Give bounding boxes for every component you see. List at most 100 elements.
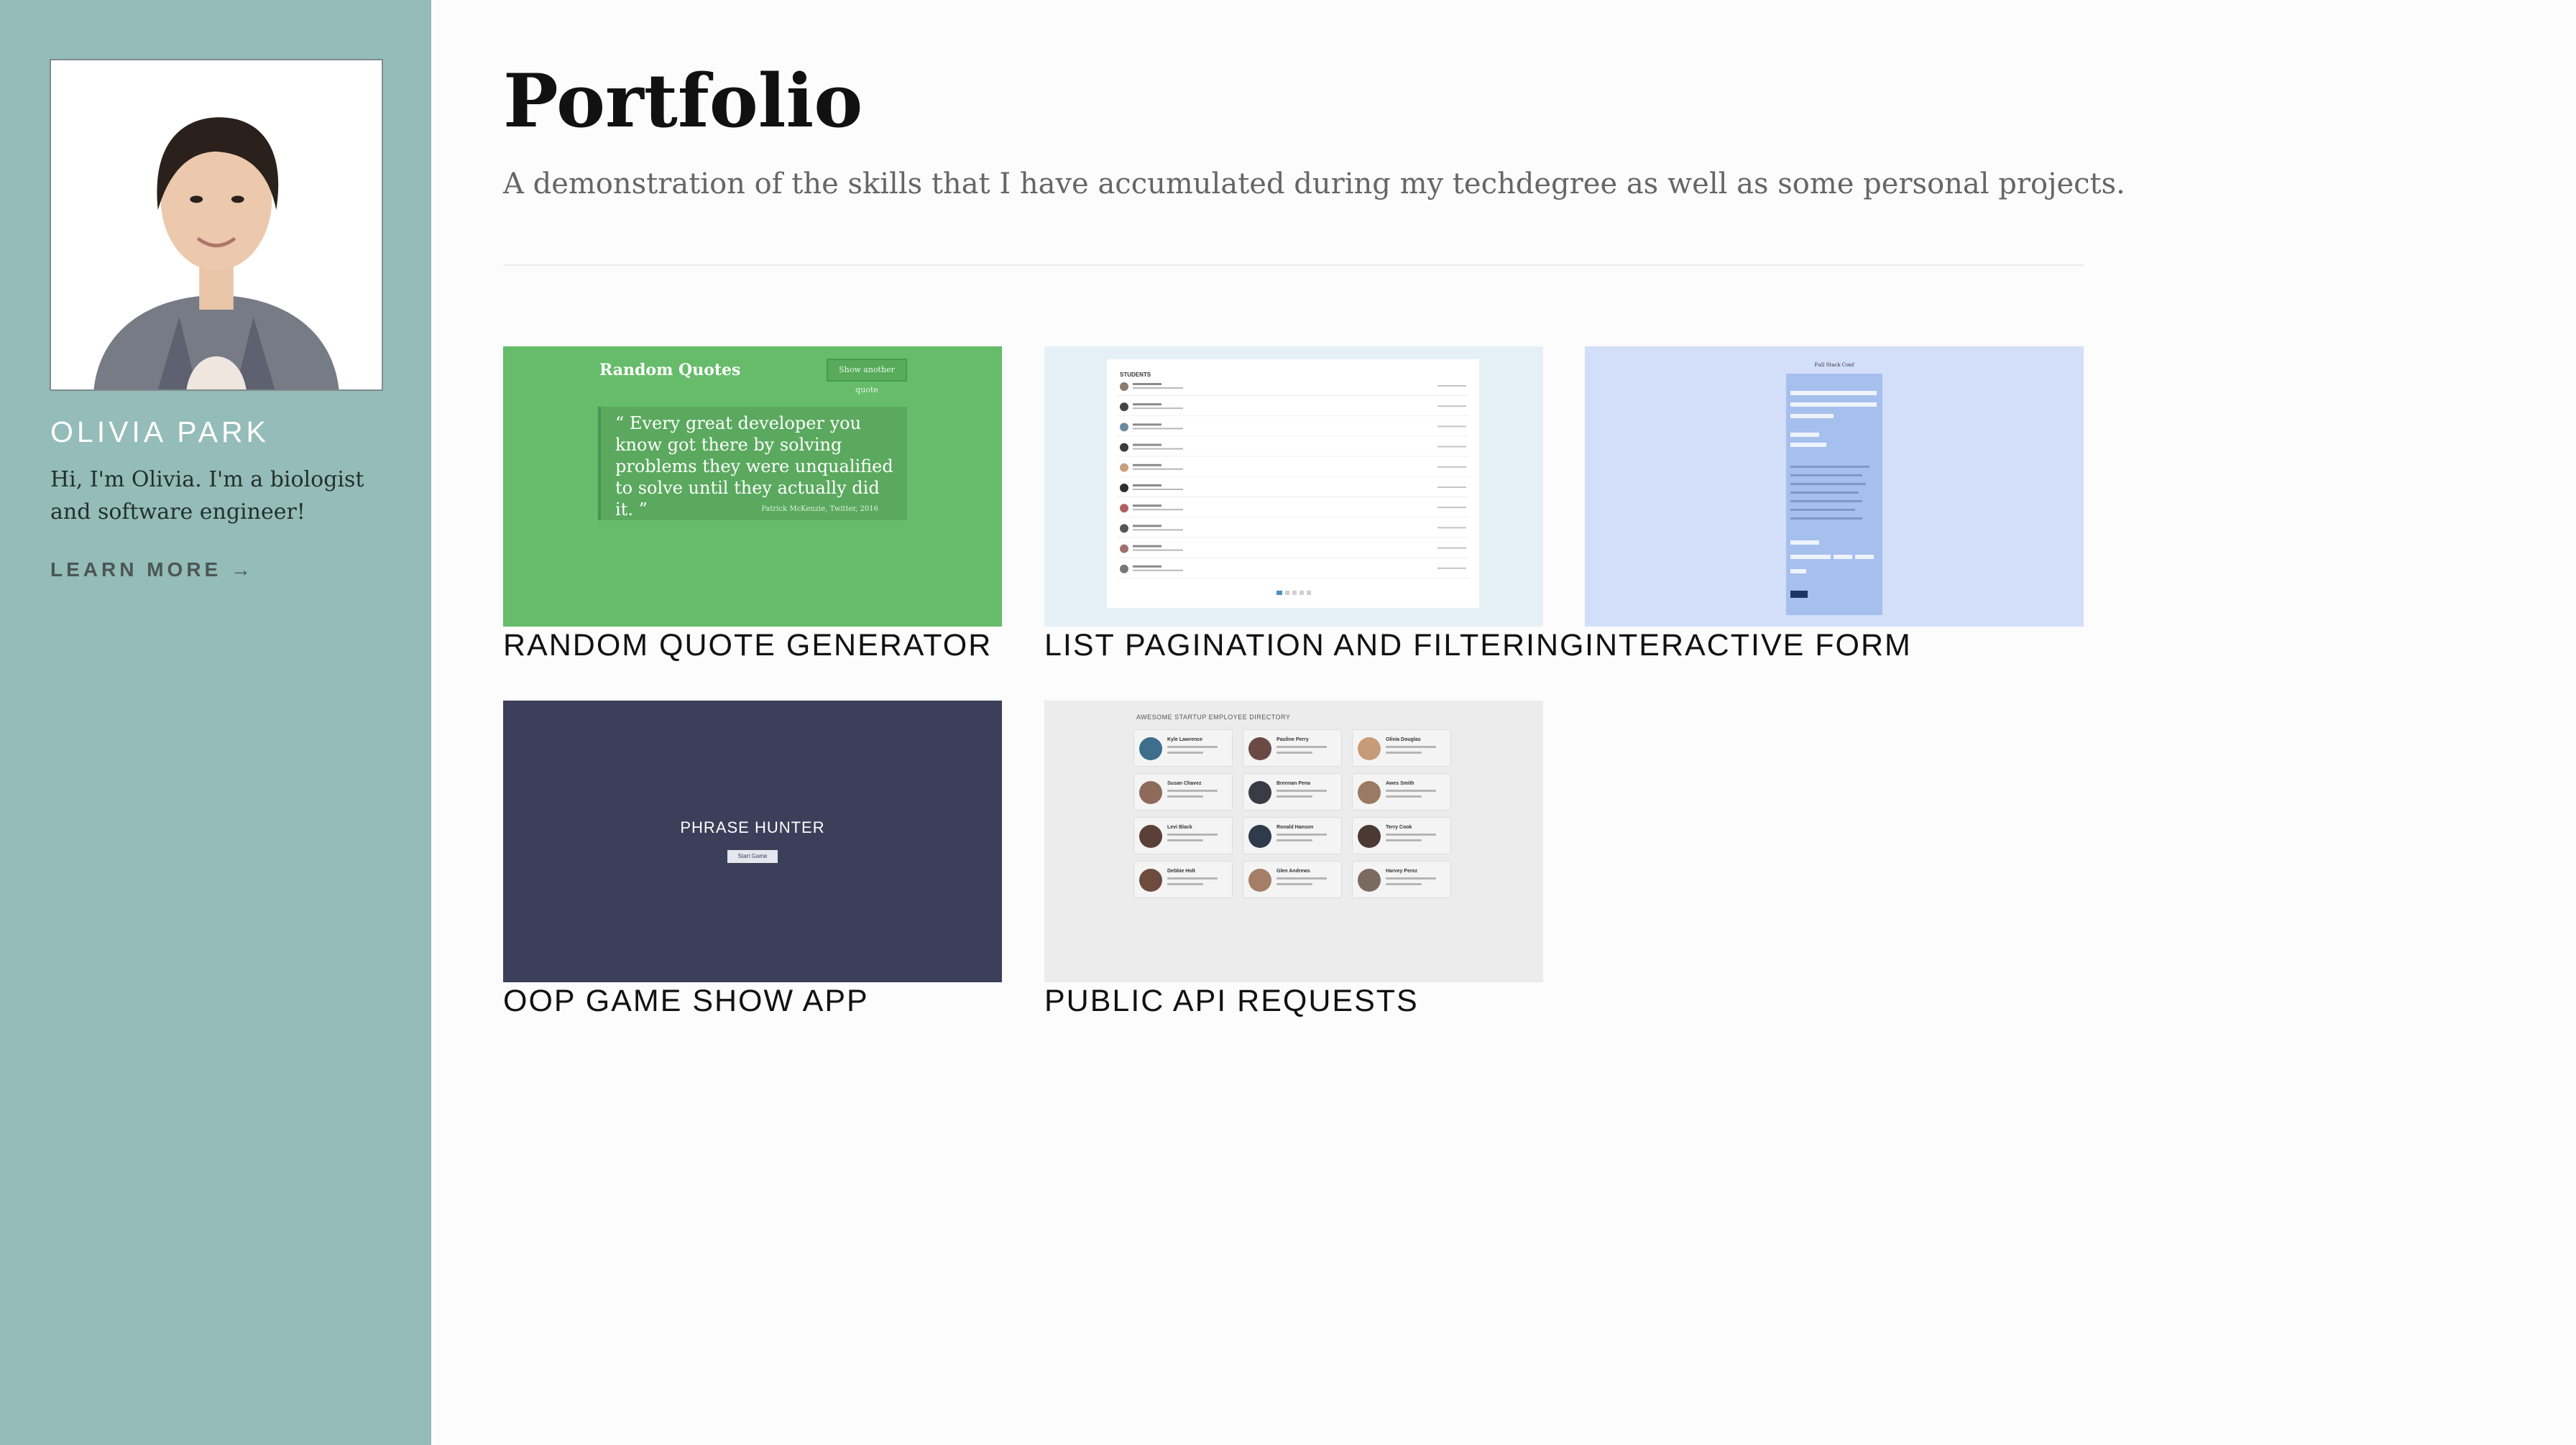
student-email-line: [1133, 387, 1183, 389]
employee-photo: [1358, 737, 1381, 760]
row-separator: [1117, 395, 1469, 396]
student-avatar: [1120, 402, 1128, 412]
student-email-line: [1133, 448, 1183, 450]
student-list-sheet: STUDENTS: [1107, 359, 1479, 608]
student-date-line: [1438, 507, 1466, 509]
employee-detail-line: [1276, 746, 1327, 748]
employee-photo: [1139, 825, 1162, 848]
learn-more-link[interactable]: LEARN MORE →: [50, 558, 254, 581]
employee-card: Brennan Pena: [1243, 773, 1342, 811]
quote-text: “ Every great developer you know got the…: [615, 413, 893, 520]
profile-bio: Hi, I'm Olivia. I'm a biologist and soft…: [50, 467, 364, 525]
employee-photo: [1248, 737, 1271, 760]
student-name-line: [1133, 545, 1162, 548]
employee-card: Terry Cook: [1352, 817, 1451, 854]
student-name-line: [1133, 463, 1162, 466]
project-thumbnail-interactive-form[interactable]: Full Stack Conf: [1585, 346, 2084, 627]
employee-detail-line: [1276, 752, 1312, 754]
project-title[interactable]: LIST PAGINATION AND FILTERING: [1044, 628, 1586, 663]
page-title: Portfolio: [503, 58, 863, 144]
employee-card: Debbie Holt: [1133, 861, 1233, 898]
employee-detail-line: [1167, 795, 1203, 798]
employee-detail-line: [1386, 834, 1436, 836]
sidebar: OLIVIA PARK Hi, I'm Olivia. I'm a biolog…: [0, 0, 431, 1445]
project-title[interactable]: RANDOM QUOTE GENERATOR: [503, 628, 992, 663]
employee-card: Ronald Hanson: [1243, 817, 1342, 854]
student-email-line: [1133, 509, 1183, 511]
employee-photo: [1139, 781, 1162, 804]
student-name-line: [1133, 525, 1162, 527]
employee-card: Kyle Lawrence: [1133, 729, 1233, 767]
student-date-line: [1438, 527, 1466, 529]
employee-name: Harvey Perez: [1386, 869, 1417, 874]
thumb-heading: Random Quotes: [599, 361, 741, 379]
student-avatar: [1120, 484, 1128, 492]
employee-detail-line: [1276, 839, 1312, 841]
project-thumbnail-list-pagination[interactable]: STUDENTS: [1044, 346, 1543, 627]
thumb-button: Show another quote: [827, 359, 907, 394]
student-name-line: [1133, 443, 1162, 446]
student-date-line: [1438, 385, 1466, 387]
student-avatar: [1120, 524, 1128, 533]
employee-detail-line: [1276, 790, 1327, 792]
page-subtitle: A demonstration of the skills that I hav…: [503, 167, 2125, 200]
divider: [503, 264, 2084, 266]
thumb-heading: PHRASE HUNTER: [680, 818, 825, 836]
student-avatar: [1120, 463, 1128, 472]
student-name-line: [1133, 403, 1162, 406]
project-title[interactable]: OOP GAME SHOW APP: [503, 984, 869, 1019]
project-thumbnail-random-quote[interactable]: Random Quotes Show another quote “ Every…: [503, 346, 1002, 627]
student-date-line: [1438, 405, 1466, 407]
employee-detail-line: [1276, 834, 1327, 836]
project-thumbnail-oop-game[interactable]: PHRASE HUNTER Start Game: [503, 701, 1002, 982]
employee-name: Pauline Perry: [1276, 737, 1309, 742]
project-title[interactable]: PUBLIC API REQUESTS: [1044, 984, 1419, 1019]
student-avatar: [1120, 443, 1128, 452]
employee-name: Glen Andrews: [1276, 869, 1310, 874]
row-separator: [1117, 415, 1469, 417]
thumb-button: Start Game: [727, 850, 778, 863]
project-thumbnail-public-api[interactable]: AWESOME STARTUP EMPLOYEE DIRECTORY Kyle …: [1044, 701, 1543, 982]
employee-detail-line: [1167, 752, 1203, 754]
employee-name: Levi Black: [1167, 825, 1192, 830]
student-email-line: [1133, 468, 1183, 470]
employee-detail-line: [1386, 883, 1422, 885]
student-email-line: [1133, 529, 1183, 531]
employee-photo: [1248, 869, 1271, 892]
employee-name: Awes Smith: [1386, 781, 1414, 786]
student-email-line: [1133, 489, 1183, 490]
employee-detail-line: [1276, 877, 1327, 880]
student-name-line: [1133, 565, 1162, 568]
student-date-line: [1438, 567, 1466, 569]
student-email-line: [1133, 569, 1183, 571]
employee-photo: [1139, 869, 1162, 892]
student-avatar: [1120, 382, 1128, 391]
employee-card: Olivia Douglas: [1352, 729, 1451, 767]
thumb-heading: STUDENTS: [1120, 371, 1151, 378]
employee-detail-line: [1276, 883, 1312, 885]
employee-detail-line: [1276, 795, 1312, 798]
employee-name: Brennan Pena: [1276, 781, 1311, 786]
project-title[interactable]: INTERACTIVE FORM: [1585, 628, 1912, 663]
employee-name: Terry Cook: [1386, 825, 1412, 830]
employee-photo: [1358, 825, 1381, 848]
profile-photo: [51, 60, 382, 389]
employee-photo: [1139, 737, 1162, 760]
employee-detail-line: [1386, 746, 1436, 748]
employee-detail-line: [1386, 790, 1436, 792]
row-separator: [1117, 435, 1469, 437]
quote-source: Patrick McKenzie, Twitter, 2016: [761, 505, 878, 513]
student-date-line: [1438, 486, 1466, 488]
student-avatar: [1120, 564, 1128, 573]
student-date-line: [1438, 425, 1466, 428]
employee-card: Levi Black: [1133, 817, 1233, 854]
row-separator: [1117, 476, 1469, 477]
employee-card: Susan Chavez: [1133, 773, 1233, 811]
employee-photo: [1248, 825, 1271, 848]
avatar: [50, 59, 383, 391]
student-date-line: [1438, 466, 1466, 468]
employee-detail-line: [1386, 752, 1422, 754]
employee-detail-line: [1386, 795, 1422, 798]
student-name-line: [1133, 484, 1162, 486]
employee-detail-line: [1167, 746, 1218, 748]
